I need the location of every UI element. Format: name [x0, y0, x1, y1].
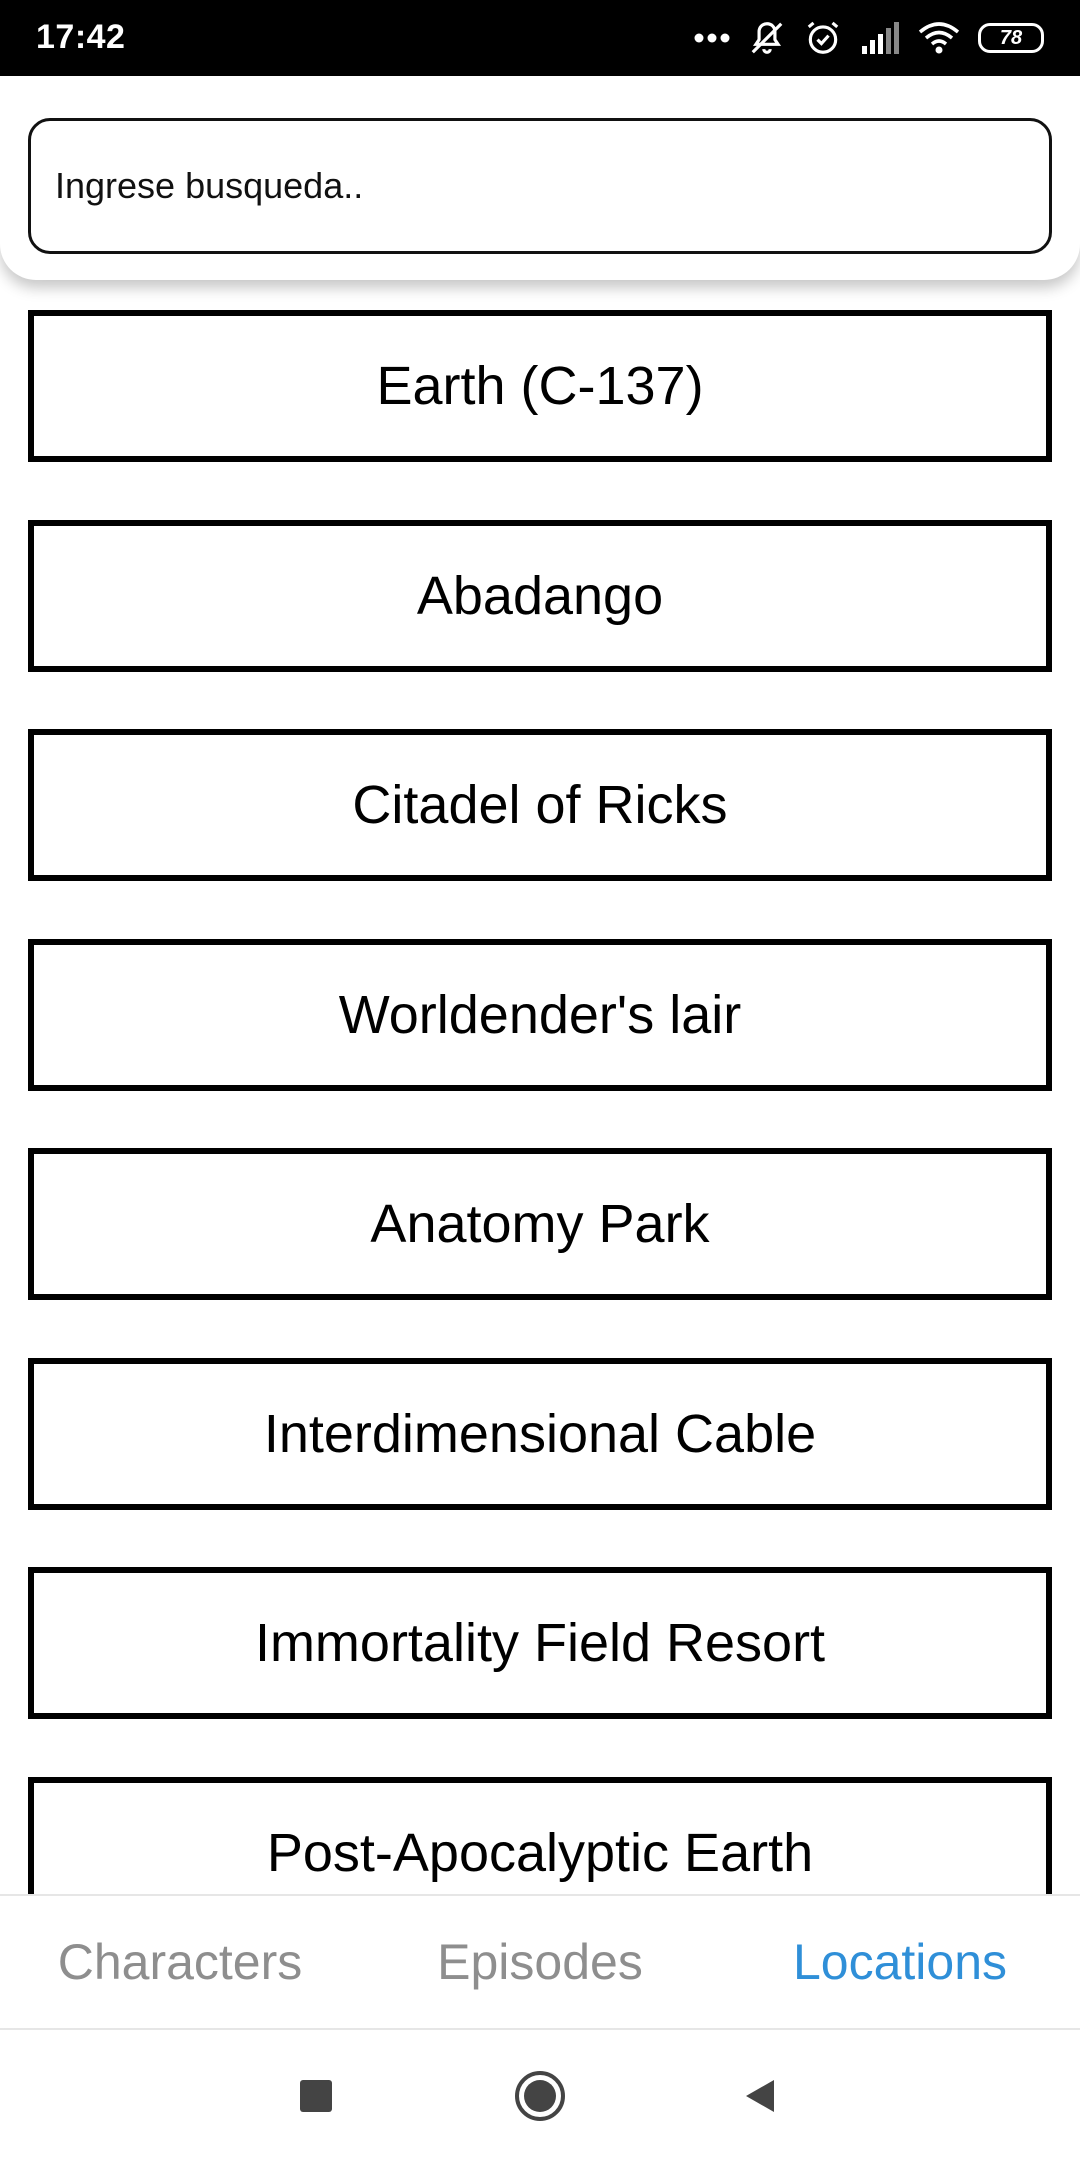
status-time: 17:42 — [36, 18, 126, 56]
tab-locations[interactable]: Locations — [740, 1896, 1060, 2028]
more-dots-icon — [694, 32, 730, 44]
location-item[interactable]: Post-Apocalyptic Earth — [28, 1777, 1052, 1894]
location-list: Earth (C-137) Abadango Citadel of Ricks … — [0, 280, 1080, 1894]
bottom-tab-bar: Characters Episodes Locations — [0, 1894, 1080, 2030]
status-bar: 17:42 78 — [0, 0, 1080, 76]
wifi-icon — [918, 22, 960, 54]
battery-level: 78 — [999, 26, 1023, 49]
battery-icon: 78 — [978, 23, 1044, 53]
location-item[interactable]: Earth (C-137) — [28, 310, 1052, 462]
location-item[interactable]: Abadango — [28, 520, 1052, 672]
back-icon[interactable] — [728, 2064, 792, 2128]
location-item[interactable]: Interdimensional Cable — [28, 1358, 1052, 1510]
location-item[interactable]: Immortality Field Resort — [28, 1567, 1052, 1719]
location-item[interactable]: Worldender's lair — [28, 939, 1052, 1091]
home-icon[interactable] — [508, 2064, 572, 2128]
notifications-off-icon — [748, 19, 786, 57]
alarm-icon — [804, 19, 842, 57]
search-header — [0, 76, 1080, 280]
status-icons: 78 — [694, 14, 1044, 62]
recent-apps-icon[interactable] — [284, 2064, 348, 2128]
signal-icon — [860, 22, 900, 54]
search-input[interactable] — [28, 118, 1052, 254]
tab-episodes[interactable]: Episodes — [380, 1896, 700, 2028]
app-screen: 17:42 78 Ingrese busqueda.. Earth (C-137… — [0, 0, 1080, 2160]
system-nav-bar — [0, 2030, 1080, 2160]
tab-characters[interactable]: Characters — [20, 1896, 340, 2028]
location-item[interactable]: Anatomy Park — [28, 1148, 1052, 1300]
location-item[interactable]: Citadel of Ricks — [28, 729, 1052, 881]
